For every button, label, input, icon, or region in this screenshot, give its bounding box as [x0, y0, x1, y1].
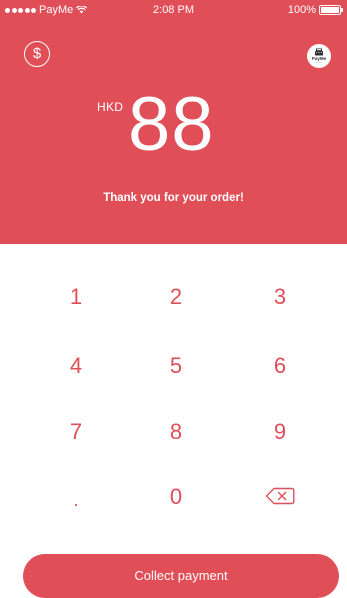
key-9[interactable]: 9 — [250, 412, 310, 452]
collect-payment-button[interactable]: Collect payment — [23, 554, 339, 598]
key-decimal[interactable]: . — [46, 480, 106, 520]
key-4[interactable]: 4 — [46, 346, 106, 386]
amount-display: 88 — [128, 82, 215, 167]
payme-logo-button[interactable]: PayMe • • • • — [307, 44, 331, 68]
status-right: 100% — [287, 4, 343, 16]
header-panel: PayMe 2:08 PM 100% $ PayMe • • • • HKD 8… — [0, 0, 347, 244]
key-5[interactable]: 5 — [146, 346, 206, 386]
key-8[interactable]: 8 — [146, 412, 206, 452]
battery-percent: 100% — [287, 4, 316, 16]
key-0[interactable]: 0 — [146, 477, 206, 517]
logo-dots: • • • • — [316, 61, 322, 64]
key-1[interactable]: 1 — [46, 277, 106, 317]
key-7[interactable]: 7 — [46, 412, 106, 452]
key-2[interactable]: 2 — [146, 277, 206, 317]
currency-label: HKD — [97, 100, 124, 114]
key-3[interactable]: 3 — [250, 277, 310, 317]
thank-you-message: Thank you for your order! — [103, 192, 244, 204]
status-bar: PayMe 2:08 PM 100% — [0, 0, 347, 20]
register-icon — [315, 48, 323, 56]
battery-icon — [319, 5, 343, 15]
backspace-icon[interactable] — [265, 487, 295, 505]
key-6[interactable]: 6 — [250, 346, 310, 386]
dollar-icon[interactable]: $ — [24, 41, 50, 67]
